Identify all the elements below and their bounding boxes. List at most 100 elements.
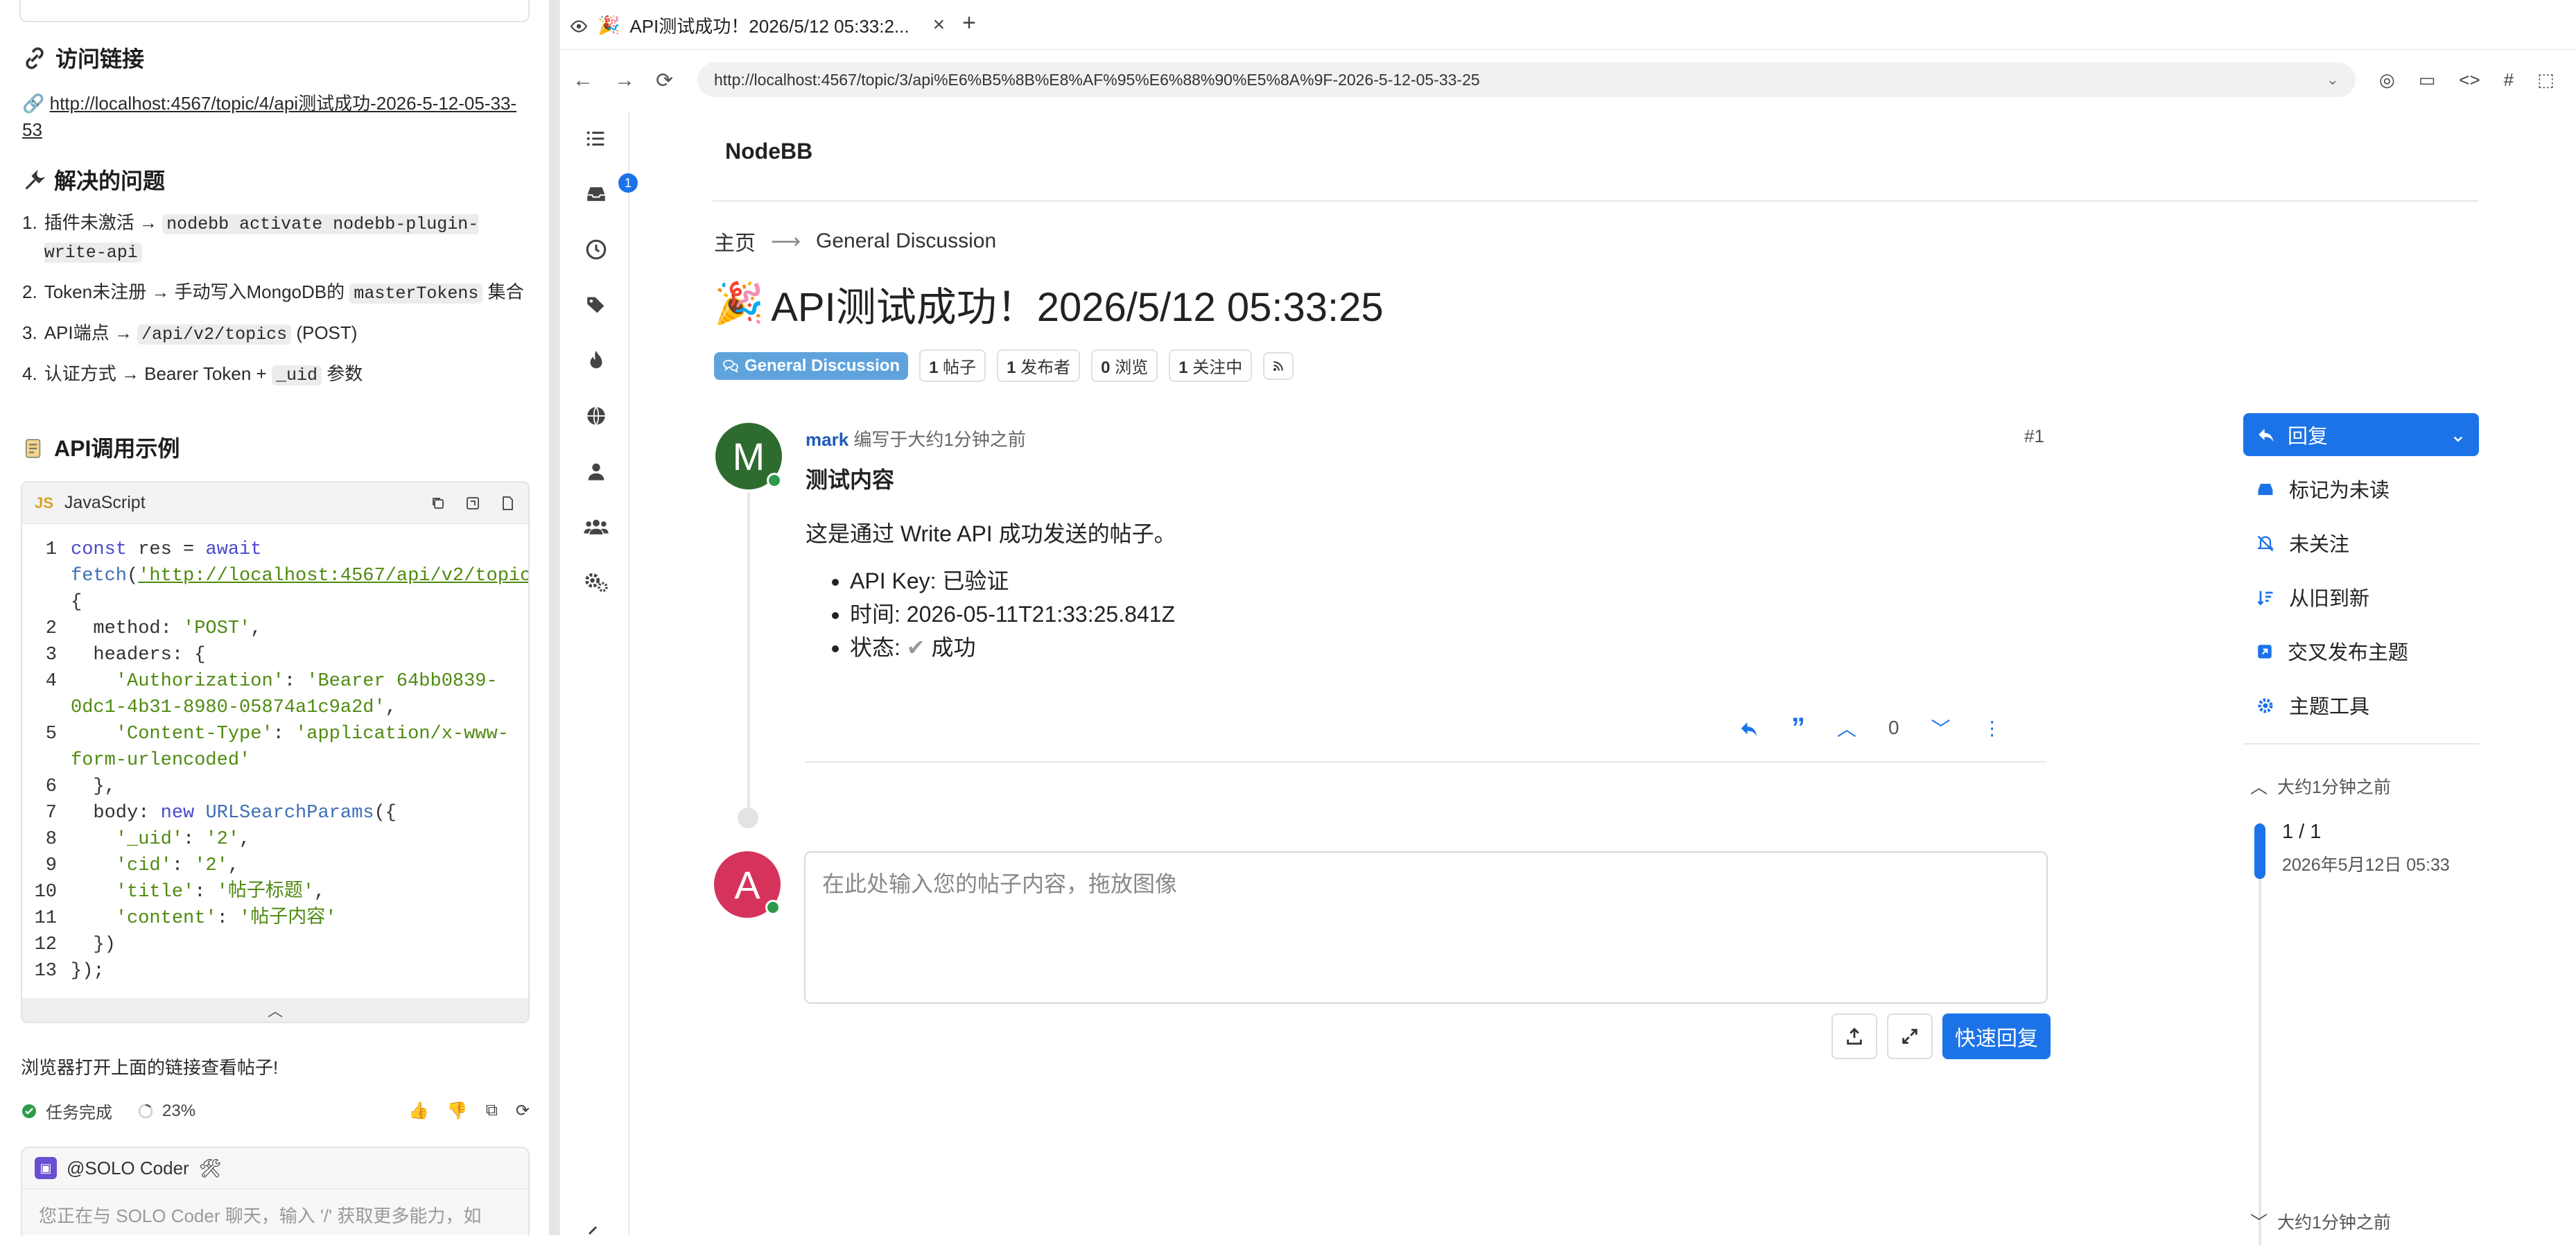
category-badge[interactable]: General Discussion [714, 351, 909, 380]
vote-count: 0 [1888, 717, 1899, 738]
sidebar-item-users[interactable] [582, 458, 610, 485]
file-icon[interactable] [499, 493, 516, 513]
notification-badge: 1 [618, 173, 638, 193]
reply-button[interactable]: 回复 ⌄ [2243, 413, 2479, 456]
quick-reply-textarea[interactable]: 在此处输入您的帖子内容，拖放图像 [804, 851, 2048, 1004]
navigator-top[interactable]: ︿ 大约1分钟之前 [2245, 774, 2480, 799]
post-time: 编写于大约1分钟之前 [853, 429, 1026, 450]
post-intro: 这是通过 Write API 成功发送的帖子。 [806, 521, 1176, 546]
breadcrumb-home[interactable]: 主页 [714, 226, 756, 256]
thumbs-down-icon[interactable]: 👎 [447, 1101, 468, 1121]
quick-reply-button[interactable]: 快速回复 [1942, 1013, 2051, 1059]
navigator-index: 1 / 1 [2282, 821, 2322, 843]
globe-icon [587, 406, 605, 426]
sidebar-item-categories[interactable] [582, 125, 610, 153]
online-status-dot [765, 900, 781, 915]
arrow-right-icon: ⟶ [771, 229, 801, 253]
forward-icon[interactable]: → [614, 69, 635, 93]
gears-icon [585, 573, 608, 592]
code-icon[interactable]: <> [2459, 69, 2480, 91]
crosspost-button[interactable]: 交叉发布主题 [2243, 624, 2479, 678]
compass-icon[interactable]: ◎ [2379, 69, 2395, 91]
refresh-icon[interactable]: ⟳ [516, 1101, 530, 1121]
sidebar-item-notifications[interactable]: 1 [582, 173, 638, 208]
post-heading: 测试内容 [806, 467, 895, 492]
site-brand[interactable]: NodeBB [725, 139, 812, 164]
post-divider [806, 761, 2046, 763]
task-status-row: 任务完成 23% 👍 👎 ⧉ ⟳ [21, 1099, 530, 1123]
reader-icon[interactable]: ▭ [2419, 69, 2436, 91]
copy-icon[interactable]: ⧉ [486, 1101, 498, 1121]
topic-tools-panel: 回复 ⌄ 标记为未读 未关注 从旧到新 交叉发布主题 主题工具 [2243, 413, 2479, 756]
expand-button[interactable] [1887, 1013, 1933, 1059]
breadcrumb-category[interactable]: General Discussion [816, 229, 996, 253]
back-icon[interactable]: ← [573, 69, 593, 93]
navigator-handle[interactable] [2254, 824, 2265, 879]
list-icon [586, 131, 604, 146]
sidebar-item-tags[interactable] [582, 291, 610, 319]
insert-icon[interactable] [464, 493, 481, 513]
stat-posts: 1 帖子 [919, 349, 986, 382]
topic-tools-button[interactable]: 主题工具 [2243, 678, 2479, 732]
chat-input-box[interactable]: ▣ @SOLO Coder 🛠 您正在与 SOLO Coder 聊天，输入 '/… [21, 1147, 530, 1235]
copy-icon[interactable] [430, 493, 446, 513]
quote-icon[interactable]: ” [1791, 714, 1805, 742]
topic-link-url[interactable]: http://localhost:4567/topic/4/api测试成功-20… [22, 93, 516, 140]
address-bar[interactable]: http://localhost:4567/topic/3/api%E6%B5%… [697, 62, 2356, 97]
sidebar-item-world[interactable] [582, 402, 610, 430]
navigator-track[interactable] [2259, 822, 2261, 1245]
sidebar-item-popular[interactable] [582, 347, 610, 374]
downvote-icon[interactable]: ﹀ [1931, 714, 1951, 742]
assistant-panel: 访问链接 🔗 http://localhost:4567/topic/4/api… [0, 0, 555, 1235]
tags-icon [587, 297, 604, 313]
list-item: 4. 认证方式 → Bearer Token + _uid 参数 [22, 363, 363, 385]
sidebar-item-recent[interactable] [582, 236, 610, 263]
topic-link[interactable]: 🔗 http://localhost:4567/topic/4/api测试成功-… [22, 90, 528, 143]
close-tab-icon[interactable]: × [933, 13, 946, 37]
navigator-bottom[interactable]: ﹀ 大约1分钟之前 [2250, 1209, 2391, 1234]
collapse-code-button[interactable]: ︿ [22, 998, 528, 1022]
reload-icon[interactable]: ⟳ [656, 69, 673, 93]
party-popper-icon: 🎉 [598, 14, 620, 35]
rss-button[interactable] [1263, 351, 1294, 380]
browser-tab[interactable]: 🎉 API测试成功！2026/5/12 05:33:2... × [570, 7, 945, 43]
chevron-down-icon: ﹀ [2250, 1213, 2268, 1233]
upvote-icon[interactable]: ︿ [1837, 714, 1856, 742]
hash-icon[interactable]: # [2504, 69, 2514, 91]
sort-button[interactable]: 从旧到新 [2243, 570, 2479, 624]
code-lines: 1 const res = await fetch('http://localho… [22, 524, 528, 984]
rss-icon [1271, 356, 1285, 375]
check-mark-icon: ✔ [906, 635, 925, 660]
panel-divider[interactable] [555, 0, 560, 1235]
heading-problems-section: 解决的问题 [22, 164, 165, 195]
sidebar-item-admin[interactable] [582, 568, 610, 596]
sidebar-item-groups[interactable] [582, 513, 610, 541]
nav-bar: ← → ⟳ http://localhost:4567/topic/3/api%… [560, 58, 2576, 103]
more-options-icon[interactable]: ⋮ [1983, 717, 2002, 740]
code-line: 8 '_uid': '2', [45, 829, 251, 850]
post-timeline-line [747, 492, 750, 818]
thumbs-up-icon[interactable]: 👍 [408, 1101, 429, 1121]
post-navigator: ︿ 大约1分钟之前 1 / 1 2026年5月12日 05:33 ﹀ 大约1分钟之前 [2245, 774, 2480, 1245]
new-tab-button[interactable]: + [962, 10, 976, 37]
select-cursor-icon[interactable]: ⬚ [2537, 69, 2555, 91]
heading-example-section: API调用示例 [22, 431, 180, 463]
unwatch-button[interactable]: 未关注 [2243, 516, 2479, 570]
fire-icon [590, 350, 602, 369]
reply-icon[interactable] [1739, 717, 1759, 739]
bell-slash-icon [2256, 532, 2275, 555]
chat-input[interactable]: 您正在与 SOLO Coder 聊天，输入 '/' 获取更多能力，如 [22, 1190, 528, 1235]
post-author[interactable]: mark [806, 429, 848, 450]
inbox-icon [587, 187, 605, 201]
chevron-down-icon[interactable]: ⌄ [2450, 423, 2466, 447]
url-text[interactable]: http://localhost:4567/topic/3/api%E6%B5%… [714, 71, 1480, 89]
post-index[interactable]: #1 [2024, 426, 2044, 447]
upload-button[interactable] [1831, 1013, 1877, 1059]
post-actions: ” ︿ 0 ﹀ ⋮ [1739, 714, 2002, 742]
chevron-down-icon[interactable]: ⌄ [2326, 71, 2339, 89]
sidebar-collapse-icon[interactable] [582, 1213, 610, 1241]
mark-unread-button[interactable]: 标记为未读 [2243, 462, 2479, 516]
js-icon: JS [35, 494, 53, 512]
previous-card [19, 0, 530, 22]
breadcrumb: 主页 ⟶ General Discussion [714, 226, 996, 256]
